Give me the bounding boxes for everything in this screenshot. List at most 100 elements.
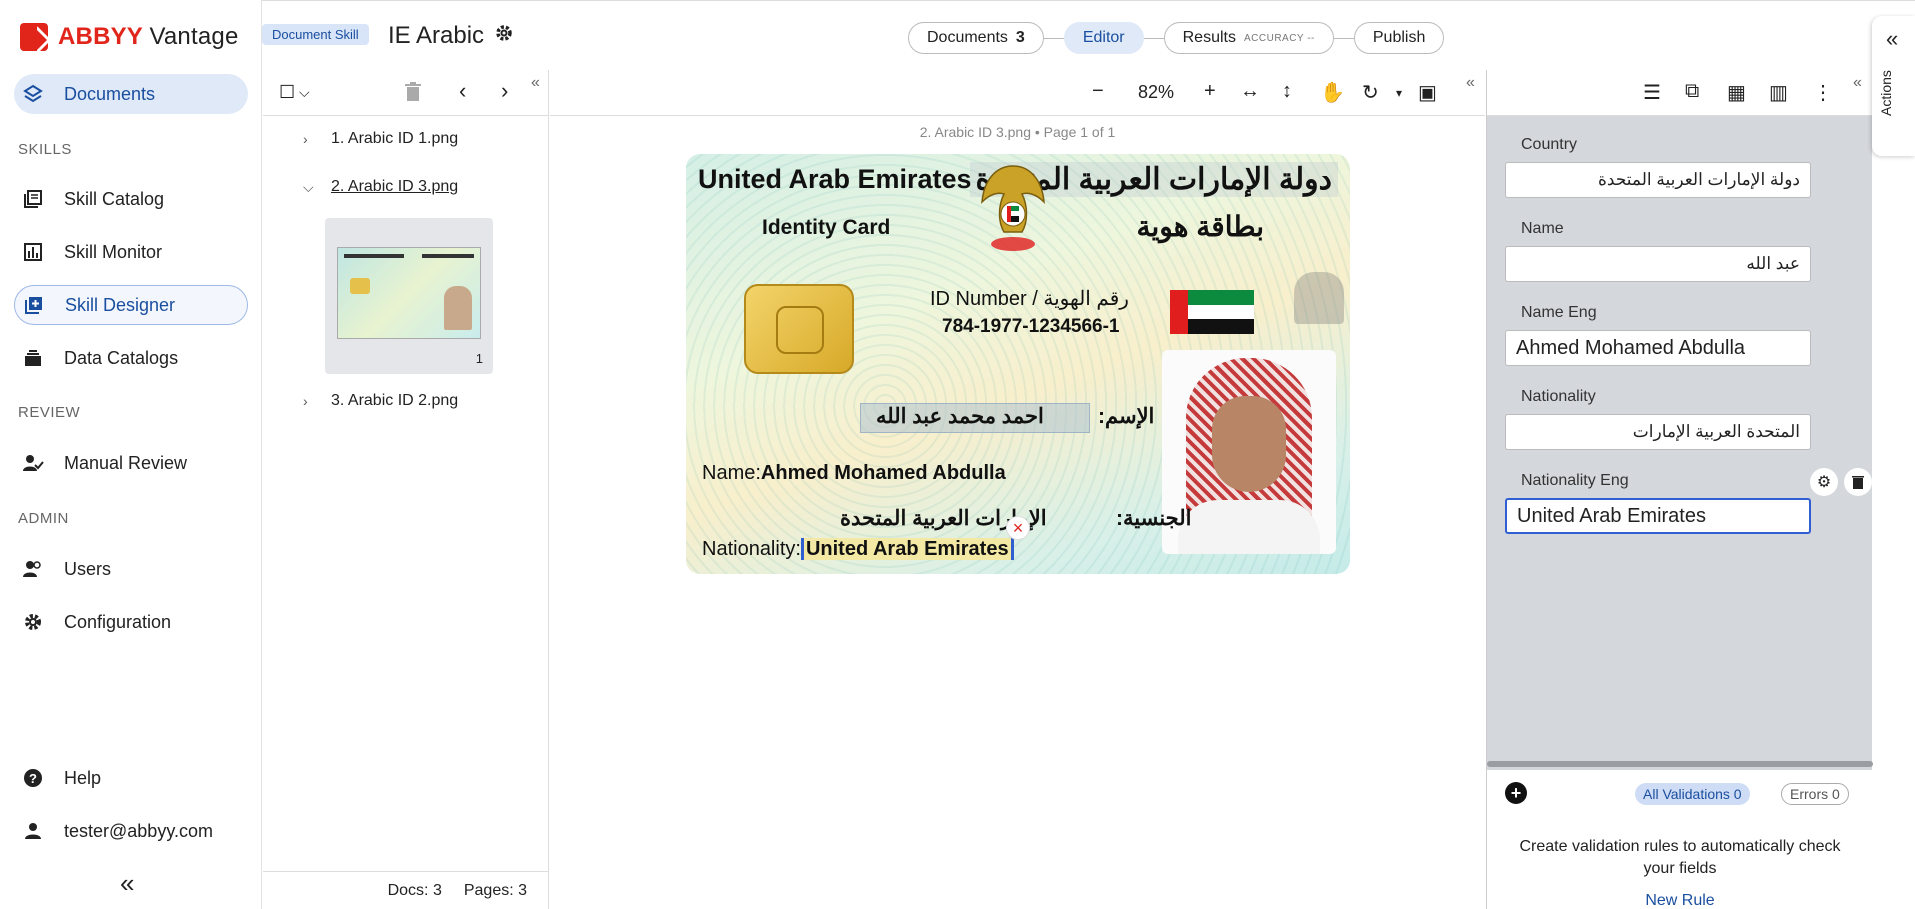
viewer-toolbar: − 82% + ↔ ↕ ✋ ↻ ▾ ▣ « — [550, 70, 1485, 116]
card-english-name: Name:Ahmed Mohamed Abdulla — [702, 462, 1006, 484]
skill-type-badge: Document Skill — [262, 24, 369, 45]
compare-icon[interactable]: ⧉ — [1685, 80, 1699, 103]
sidebar-item-label: Help — [64, 767, 102, 788]
card-subtitle-arabic: بطاقة هوية — [1136, 211, 1264, 242]
skill-settings-icon[interactable] — [494, 22, 514, 50]
documents-panel: ☐ ⌵ ‹ › « › 1. Arabic ID 1.png ⌵ 2. Arabic… — [263, 70, 549, 909]
collapse-panel-icon[interactable]: « — [531, 74, 540, 92]
all-validations-filter[interactable]: All Validations 0 — [1635, 783, 1750, 805]
field-tools: ⚙ — [1810, 468, 1872, 496]
brand-name: ABBYY Vantage — [58, 23, 239, 50]
collapse-viewer-icon[interactable]: « — [1466, 74, 1475, 92]
nationality-field[interactable]: المتحدة العربية الإمارات — [1505, 414, 1811, 450]
chevron-down-icon[interactable]: ⌵ — [299, 84, 310, 101]
previous-document-icon[interactable]: ‹ — [459, 78, 466, 104]
more-options-icon[interactable]: ⋮ — [1813, 80, 1833, 105]
chevron-right-icon: › — [303, 393, 308, 409]
delete-field-icon[interactable] — [1844, 468, 1872, 496]
zoom-level[interactable]: 82% — [1138, 82, 1174, 103]
table-icon[interactable]: ▦ — [1727, 80, 1746, 105]
uae-flag-icon — [1170, 290, 1254, 334]
collapse-fields-icon[interactable]: « — [1853, 74, 1862, 92]
page-title: IE Arabic — [388, 22, 514, 50]
zoom-in-icon[interactable]: + — [1204, 80, 1216, 103]
archive-icon — [22, 347, 44, 369]
field-list-icon[interactable]: ☰ — [1643, 80, 1661, 105]
sidebar-item-label: Users — [64, 558, 112, 579]
fit-height-icon[interactable]: ↕ — [1282, 80, 1292, 103]
step-results[interactable]: Results ACCURACY -- — [1163, 22, 1334, 54]
sidebar-item-users[interactable]: Users — [14, 549, 248, 589]
barcode-icon[interactable]: ▥ — [1769, 80, 1788, 105]
abbyy-logo[interactable]: ABBYY Vantage — [20, 20, 239, 54]
sidebar-item-skill-catalog[interactable]: Skill Catalog — [14, 179, 248, 219]
card-id-label: ID Number / رقم الهوية — [930, 288, 1129, 310]
document-viewer: − 82% + ↔ ↕ ✋ ↻ ▾ ▣ « 2. Arabic ID 3.png… — [550, 70, 1485, 909]
person-check-icon — [22, 452, 44, 474]
name-eng-field[interactable]: Ahmed Mohamed Abdulla — [1505, 330, 1811, 366]
ghost-photo — [1294, 272, 1344, 324]
zoom-out-icon[interactable]: − — [1092, 80, 1104, 103]
country-field[interactable]: دولة الإمارات العربية المتحدة — [1505, 162, 1811, 198]
field-settings-icon[interactable]: ⚙ — [1810, 468, 1838, 496]
card-id-number: 784-1977-1234566-1 — [942, 316, 1120, 337]
page-thumbnail[interactable]: 1 — [325, 218, 493, 374]
chevron-down-icon: ⌵ — [303, 178, 314, 195]
gear-icon — [22, 611, 44, 633]
page-caption: 2. Arabic ID 3.png • Page 1 of 1 — [919, 124, 1116, 140]
step-publish[interactable]: Publish — [1353, 22, 1445, 54]
field-label-nationality-eng: Nationality Eng — [1521, 472, 1629, 489]
sidebar-item-data-catalogs[interactable]: Data Catalogs — [14, 338, 248, 378]
sidebar-item-configuration[interactable]: Configuration — [14, 602, 248, 642]
sidebar-item-label: Configuration — [64, 611, 172, 632]
pan-hand-icon[interactable]: ✋ — [1320, 80, 1345, 105]
id-card-image: United Arab Emirates Identity Card دولة … — [686, 154, 1350, 574]
sidebar-item-help[interactable]: ? Help — [14, 758, 248, 798]
sidebar-item-skill-monitor[interactable]: Skill Monitor — [14, 232, 248, 272]
rotate-icon[interactable]: ↻ — [1362, 80, 1379, 105]
expand-actions-icon[interactable]: « — [1886, 26, 1898, 52]
sidebar-item-label: tester@abbyy.com — [64, 820, 213, 841]
fit-width-icon[interactable]: ↔ — [1240, 80, 1260, 103]
name-field[interactable]: عبد الله — [1505, 246, 1811, 282]
help-icon: ? — [22, 767, 44, 789]
sidebar-item-label: Data Catalogs — [64, 347, 179, 368]
bar-chart-icon — [22, 241, 44, 263]
field-label-nationality: Nationality — [1521, 388, 1596, 405]
errors-filter[interactable]: Errors 0 — [1781, 783, 1849, 805]
actions-rail[interactable]: « Actions — [1872, 16, 1915, 156]
fields-toolbar: ☰ ⧉ ▦ ▥ ⋮ « — [1487, 70, 1872, 116]
card-english-nationality: Nationality: United Arab Emirates — [702, 538, 1014, 561]
document-item[interactable]: › 3. Arabic ID 2.png — [303, 392, 458, 410]
section-skills: SKILLS — [18, 141, 72, 158]
next-document-icon[interactable]: › — [501, 78, 508, 104]
field-label-country: Country — [1521, 136, 1578, 153]
step-editor[interactable]: Editor — [1063, 22, 1144, 54]
document-item[interactable]: ⌵ 2. Arabic ID 3.png — [303, 178, 458, 196]
validation-bar: + All Validations 0 Errors 0 — [1487, 770, 1873, 816]
sidebar-item-user-account[interactable]: tester@abbyy.com — [14, 811, 248, 851]
selected-region[interactable]: United Arab Emirates — [800, 538, 1014, 560]
new-rule-link[interactable]: New Rule — [1487, 892, 1873, 909]
layers-icon — [22, 83, 44, 105]
image-edit-icon[interactable]: ▣ — [1418, 80, 1437, 105]
fields-scrollbar[interactable] — [1487, 761, 1873, 767]
sidebar-item-documents[interactable]: Documents — [14, 74, 248, 114]
nationality-eng-field[interactable]: United Arab Emirates — [1505, 498, 1811, 534]
thumbnail-page-number: 1 — [475, 351, 483, 366]
sidebar-item-manual-review[interactable]: Manual Review — [14, 443, 248, 483]
document-item[interactable]: › 1. Arabic ID 1.png — [303, 130, 458, 148]
add-rule-icon[interactable]: + — [1505, 782, 1527, 804]
collapse-sidebar-icon[interactable]: « — [120, 868, 134, 899]
remove-region-icon[interactable]: × — [1006, 516, 1030, 540]
sidebar-item-label: Documents — [64, 83, 156, 104]
sidebar-item-skill-designer[interactable]: Skill Designer — [14, 285, 248, 325]
catalog-icon — [22, 188, 44, 210]
select-all-checkbox[interactable]: ☐ — [279, 82, 295, 103]
workflow-stepper: Documents 3 Editor Results ACCURACY -- Pub… — [908, 22, 1445, 54]
svg-text:?: ? — [29, 771, 37, 786]
delete-icon[interactable] — [405, 82, 421, 108]
step-documents[interactable]: Documents 3 — [908, 22, 1044, 54]
card-chip — [744, 284, 854, 374]
chevron-down-icon[interactable]: ▾ — [1396, 86, 1402, 100]
